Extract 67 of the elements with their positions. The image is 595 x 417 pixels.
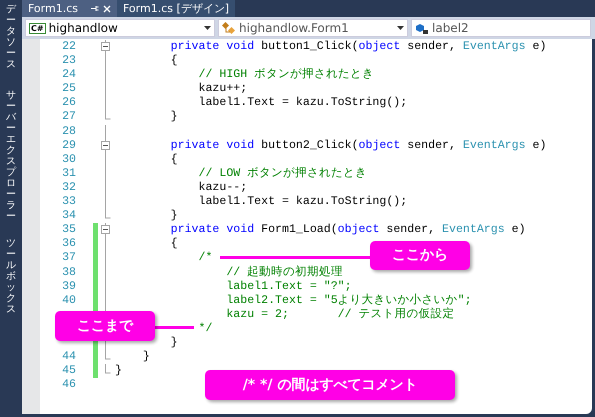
- document-tab[interactable]: Form1.cs [デザイン]: [116, 0, 236, 17]
- code-line: {: [170, 237, 178, 252]
- callout: /* */ の間はすべてコメント: [205, 370, 455, 400]
- line-number: 35: [62, 223, 76, 236]
- code-line: private void button1_Click(object sender, EventArgs e): [170, 40, 546, 54]
- line-number: 29: [62, 138, 76, 152]
- field-icon: [415, 22, 429, 34]
- callout: ここから: [370, 241, 470, 270]
- code-line: */: [198, 322, 212, 336]
- class-icon: [222, 22, 236, 34]
- collapse-icon[interactable]: [101, 223, 111, 238]
- line-number: 39: [62, 280, 76, 293]
- code-line: }: [170, 209, 178, 224]
- sidebar-tab[interactable]: サーバーエクスプローラー: [6, 90, 16, 222]
- line-number: 45: [62, 364, 76, 378]
- code-line: kazu--;: [198, 180, 248, 196]
- code-line: }: [170, 336, 178, 350]
- close-icon[interactable]: [102, 4, 111, 12]
- line-number: 33: [62, 195, 76, 208]
- caret-icon: [204, 26, 211, 30]
- dropdown[interactable]: highandlow.Form1: [218, 19, 408, 37]
- code-line: kazu++;: [198, 82, 248, 96]
- line-number: 40: [62, 294, 76, 307]
- callout: ここまで: [55, 311, 155, 341]
- code-line: private void Form1_Load(object sender, EventArgs e): [170, 223, 526, 238]
- code-line: label1.Text = "?";: [226, 280, 352, 294]
- code-line: }: [142, 350, 150, 364]
- sidebar-tab[interactable]: ツールボックス: [6, 238, 16, 315]
- code-line: // HIGH ボタンが押されたとき: [198, 68, 374, 82]
- collapse-icon[interactable]: [101, 40, 111, 55]
- code-line: /*: [198, 251, 212, 266]
- line-number: 31: [62, 166, 76, 180]
- line-number: 37: [62, 251, 76, 264]
- code-line: {: [170, 54, 178, 68]
- code-line: // 起動時の初期処理: [226, 266, 344, 280]
- line-number: 30: [62, 152, 76, 166]
- pin-icon[interactable]: [90, 4, 99, 13]
- code-line: label2.Text = "5より大きいか小さいか";: [226, 294, 472, 308]
- code-line: }: [115, 364, 122, 378]
- code-line: label1.Text = kazu.ToString();: [198, 96, 408, 110]
- code-line: {: [170, 152, 178, 167]
- line-number: 46: [62, 378, 76, 392]
- line-number: 25: [62, 82, 76, 96]
- code-line: private void button2_Click(object sender, EventArgs e): [170, 138, 546, 153]
- line-number: 23: [62, 54, 76, 68]
- code-line: label1.Text = kazu.ToString();: [198, 195, 408, 210]
- line-number: 28: [62, 124, 76, 138]
- line-number: 38: [62, 266, 76, 278]
- line-number: 34: [62, 209, 76, 222]
- leader-line: [155, 326, 194, 329]
- document-tab[interactable]: Form1.cs: [22, 0, 117, 17]
- dropdown[interactable]: label2: [411, 19, 591, 37]
- collapse-icon[interactable]: [101, 138, 111, 154]
- dropdown[interactable]: C# highandlow: [25, 19, 215, 37]
- line-number: 26: [62, 96, 76, 110]
- line-number: 32: [62, 180, 76, 194]
- sidebar-tab[interactable]: データソース: [6, 4, 16, 70]
- code-line: kazu = 2; // テスト用の仮設定: [226, 308, 455, 322]
- code-line: }: [170, 110, 178, 125]
- line-number: 44: [62, 350, 76, 364]
- code-line: // LOW ボタンが押されたとき: [198, 166, 368, 181]
- file-type-icon: C#: [29, 22, 46, 34]
- line-number: 36: [62, 237, 76, 250]
- caret-icon: [397, 26, 404, 30]
- line-number: 24: [62, 68, 76, 82]
- line-number: 27: [62, 110, 76, 124]
- line-number: 22: [62, 40, 76, 53]
